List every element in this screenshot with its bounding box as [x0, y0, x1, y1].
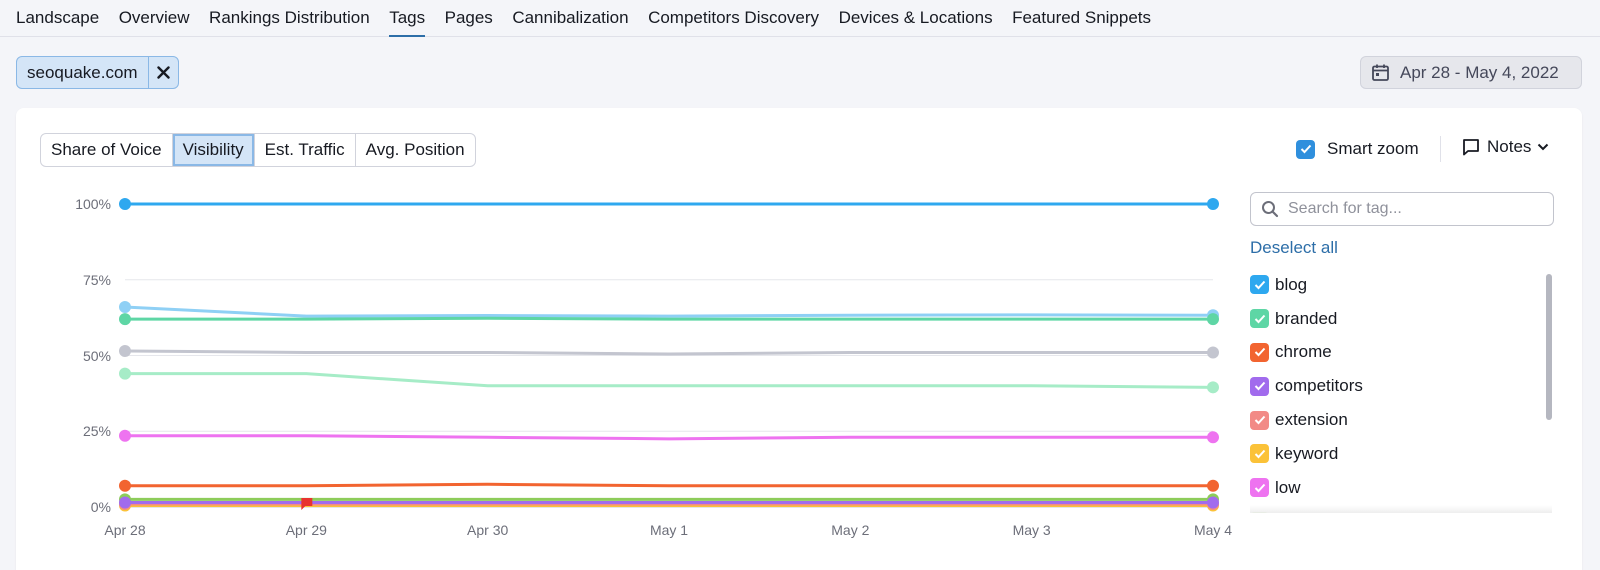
tag-search-box: [1250, 192, 1554, 226]
series-endpoint-chrome[interactable]: [119, 479, 131, 492]
legend-item-competitors[interactable]: competitors: [1250, 369, 1546, 403]
check-icon: [1254, 483, 1265, 493]
y-tick-label: 0%: [90, 499, 111, 515]
series-endpoint-blog[interactable]: [119, 198, 131, 210]
legend-label: chrome: [1275, 342, 1332, 362]
series-endpoint-competitors[interactable]: [1207, 496, 1219, 509]
legend-item-branded[interactable]: branded: [1250, 302, 1546, 336]
check-icon: [1254, 348, 1265, 357]
legend-label: blog: [1275, 274, 1308, 294]
legend-item-keyword[interactable]: keyword: [1250, 437, 1546, 471]
legend-item-low[interactable]: low: [1250, 471, 1546, 505]
series-endpoint-blog[interactable]: [1207, 198, 1219, 210]
date-range-label: Apr 28 - May 4, 2022: [1400, 62, 1559, 82]
search-icon: [1262, 201, 1279, 218]
check-icon: [1254, 382, 1265, 391]
series-endpoint-branded[interactable]: [119, 313, 131, 326]
series-line-chrome[interactable]: [125, 482, 1213, 488]
series-endpoint-low[interactable]: [119, 429, 131, 442]
legend-checkbox[interactable]: [1250, 376, 1269, 396]
series-line-low[interactable]: [125, 434, 1213, 441]
y-tick-label: 50%: [82, 347, 111, 364]
y-tick-label: 100%: [75, 196, 111, 212]
legend-checkbox[interactable]: [1250, 410, 1269, 430]
note-flag-icon[interactable]: [301, 498, 313, 510]
series-line-branded[interactable]: [125, 316, 1213, 321]
check-icon: [1254, 449, 1265, 459]
series-endpoint-tag-8[interactable]: [1207, 381, 1219, 394]
x-tick-label: May 1: [649, 522, 689, 538]
legend-label: branded: [1275, 308, 1338, 328]
check-icon: [1254, 314, 1265, 324]
tag-search-input[interactable]: [1288, 200, 1538, 218]
date-range-button[interactable]: Apr 28 - May 4, 2022: [1360, 56, 1582, 89]
notes-dropdown[interactable]: Notes: [1462, 137, 1549, 157]
legend-fade: [1250, 505, 1552, 513]
calendar-icon: [1372, 64, 1389, 81]
legend-label: extension: [1275, 410, 1348, 430]
series-endpoint-chrome[interactable]: [1207, 479, 1219, 492]
smart-zoom-toggle[interactable]: Smart zoom: [1296, 139, 1419, 159]
x-tick-label: Apr 28: [104, 522, 146, 538]
y-tick-label: 75%: [82, 271, 111, 288]
legend-checkbox[interactable]: [1250, 275, 1269, 295]
comment-icon: [1463, 139, 1479, 156]
series-line-tag-9[interactable]: [124, 349, 1213, 356]
legend-checkbox[interactable]: [1250, 478, 1269, 498]
legend-item-extension[interactable]: extension: [1250, 403, 1546, 437]
toolbar-divider: [1440, 136, 1441, 162]
series-endpoint-competitors[interactable]: [119, 496, 131, 509]
series-endpoint-tag-9[interactable]: [119, 344, 131, 357]
x-tick-label: May 3: [1012, 522, 1051, 538]
legend-item-chrome[interactable]: chrome: [1250, 336, 1546, 370]
legend-scrollbar[interactable]: [1546, 274, 1552, 420]
smart-zoom-label: Smart zoom: [1327, 139, 1419, 158]
legend-checkbox[interactable]: [1250, 342, 1269, 362]
legend-label: keyword: [1275, 443, 1339, 463]
series-endpoint-tag-9[interactable]: [1207, 346, 1219, 359]
series-endpoint-tag-8[interactable]: [119, 367, 131, 380]
legend-checkbox[interactable]: [1250, 444, 1269, 464]
chevron-down-icon: [1538, 143, 1549, 151]
smart-zoom-checkbox[interactable]: [1296, 139, 1315, 159]
series-line-tag-7[interactable]: [124, 305, 1214, 318]
check-icon: [1254, 415, 1265, 425]
x-tick-label: May 4: [1193, 522, 1233, 538]
visibility-line-chart: [119, 198, 1219, 512]
legend-item-blog[interactable]: blog: [1250, 268, 1546, 302]
series-endpoint-branded[interactable]: [1207, 313, 1219, 326]
deselect-all-link[interactable]: Deselect all: [1250, 238, 1338, 258]
series-endpoint-low[interactable]: [1207, 431, 1219, 444]
legend-label: competitors: [1275, 376, 1363, 396]
legend-checkbox[interactable]: [1250, 309, 1269, 329]
series-endpoint-tag-7[interactable]: [119, 301, 131, 314]
tag-legend-list: blog branded chrome competitors extension key…: [1250, 268, 1546, 513]
x-tick-label: Apr 29: [285, 522, 327, 538]
check-icon: [1254, 280, 1265, 290]
notes-label: Notes: [1487, 137, 1532, 156]
series-line-tag-8[interactable]: [125, 372, 1214, 389]
x-tick-label: May 2: [831, 522, 870, 538]
x-tick-label: Apr 30: [467, 522, 509, 538]
legend-label: low: [1275, 477, 1301, 497]
check-icon: [1300, 144, 1311, 154]
y-tick-label: 25%: [82, 423, 111, 440]
